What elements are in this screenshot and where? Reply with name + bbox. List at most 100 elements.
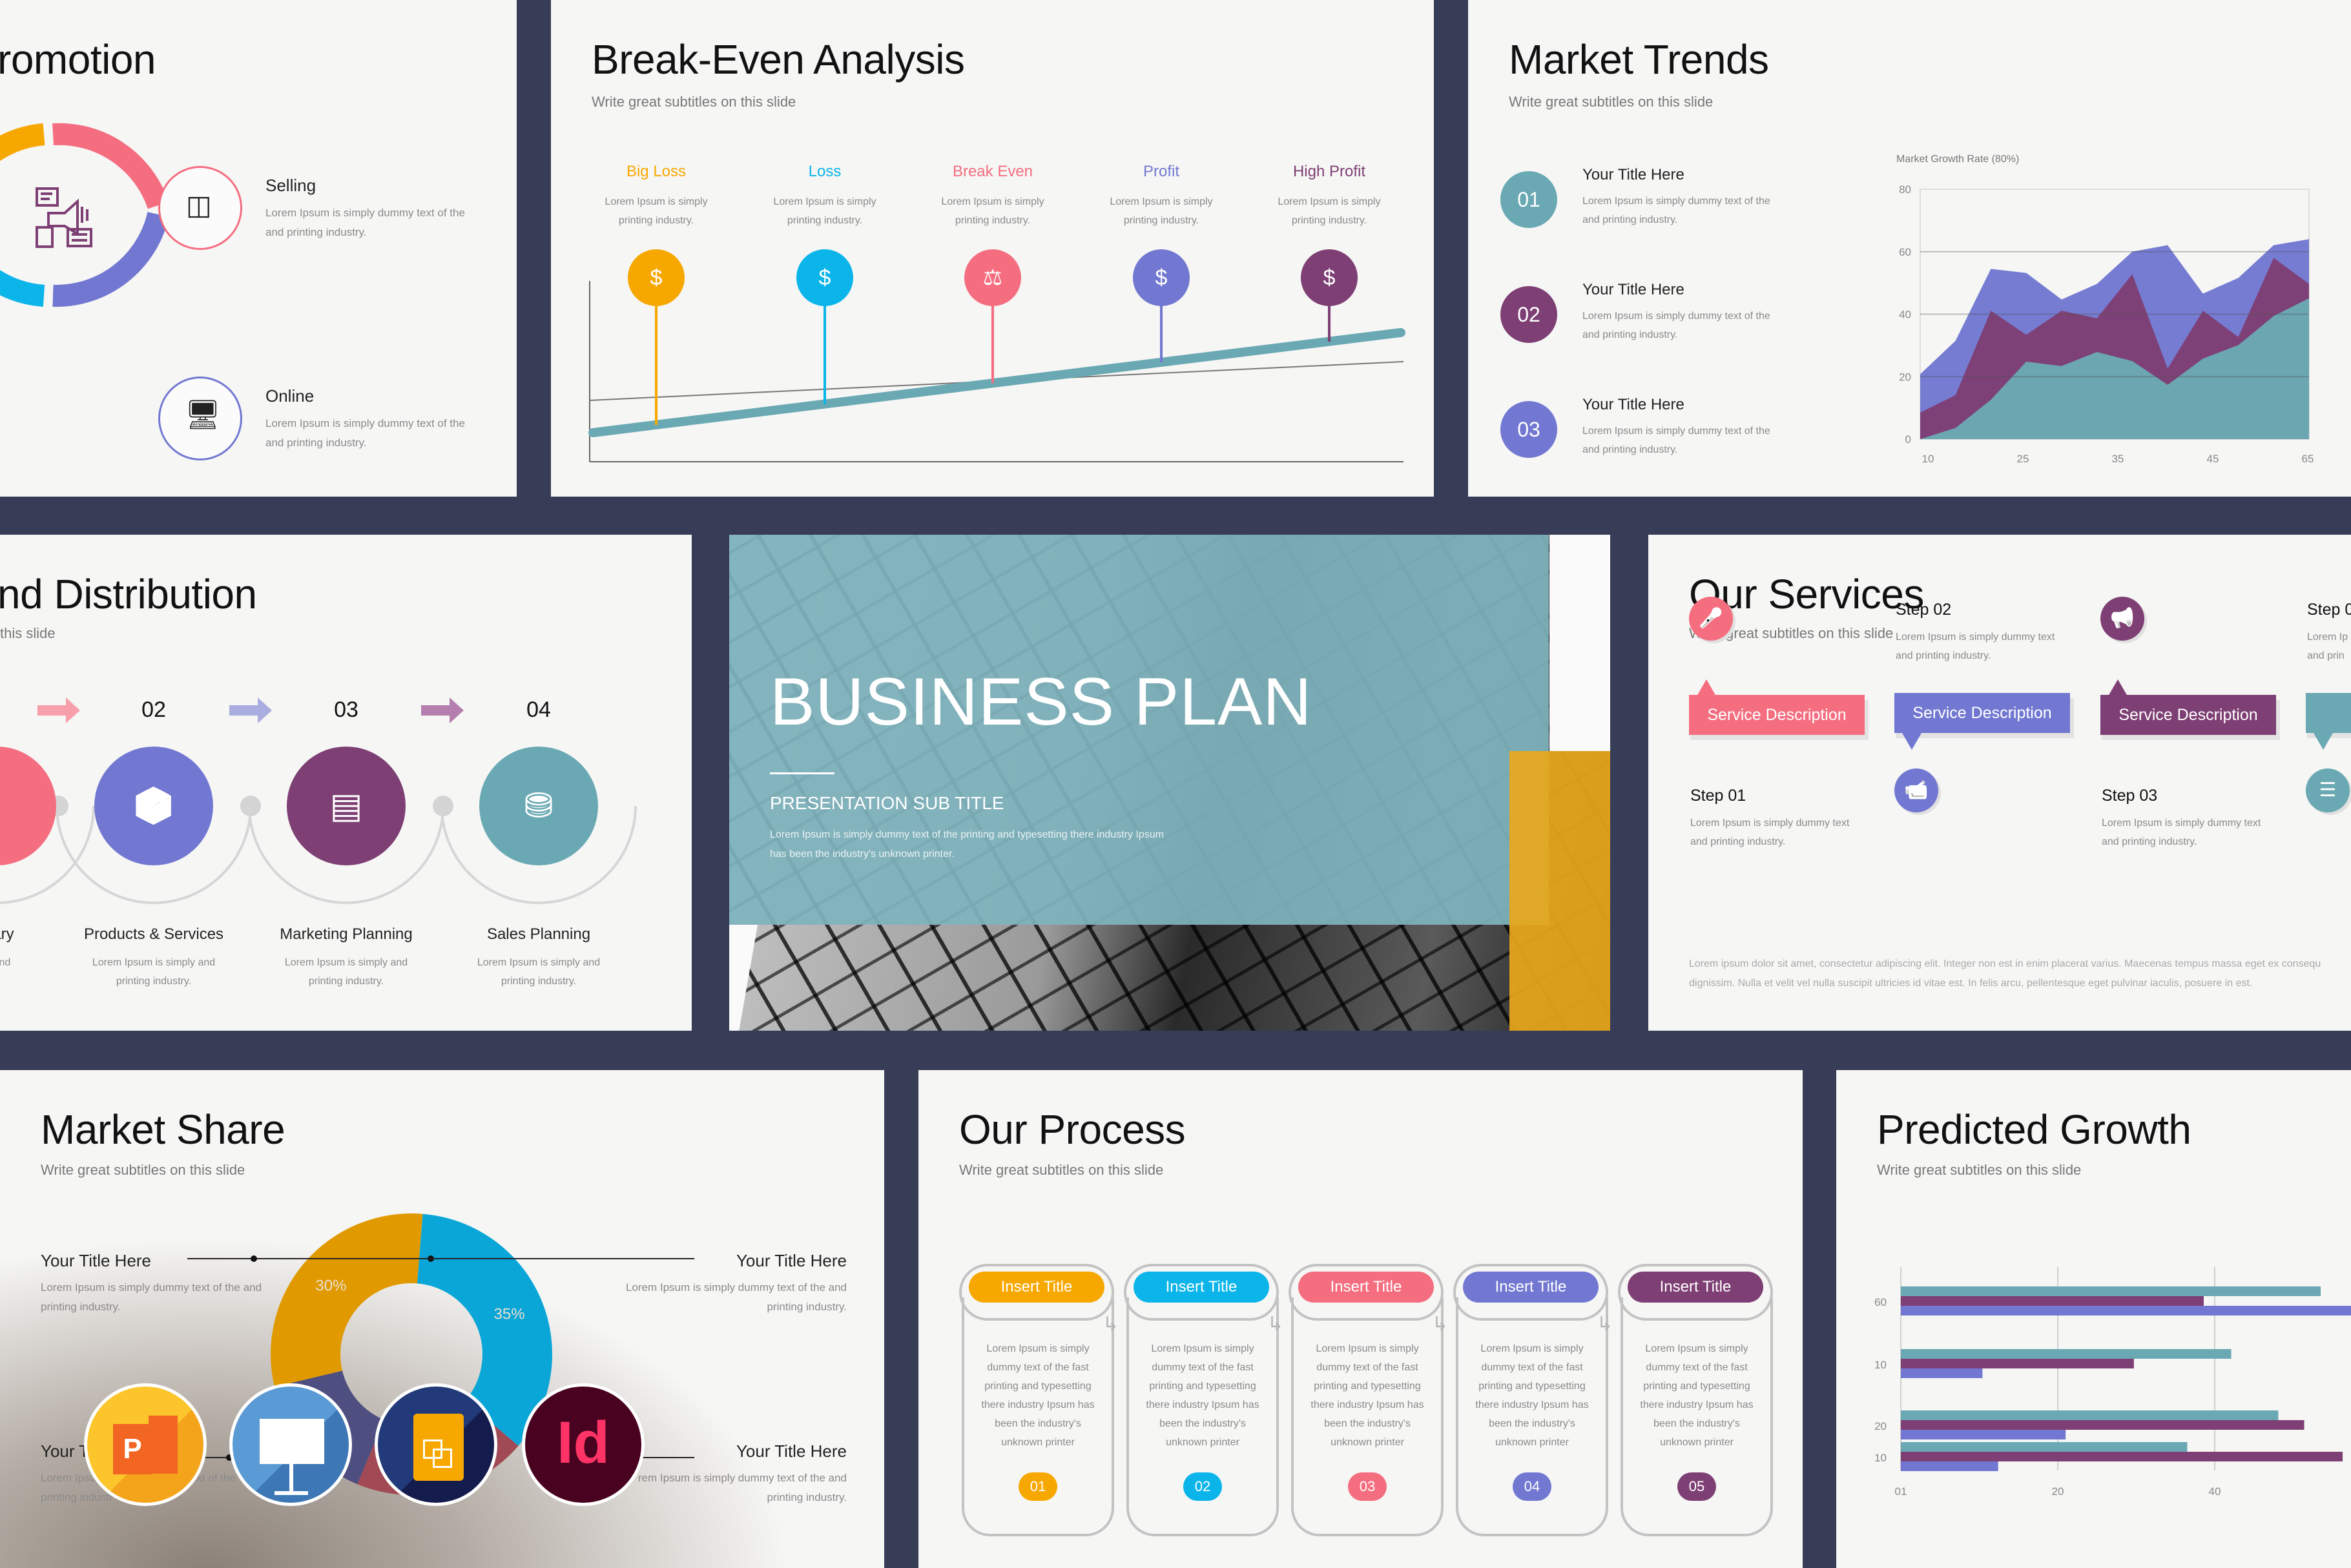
item-text-line: and printing industry. — [1582, 214, 1678, 225]
slide-predicted-growth[interactable]: Predicted Growth Write great subtitles o… — [1836, 1070, 2351, 1568]
step-text-line: been the industry's — [1653, 1418, 1740, 1429]
service-icon-circle: 📹 — [1894, 769, 1938, 812]
flow-arrow-icon: ↳ — [1432, 1314, 1449, 1335]
box-hand-icon: 📦 — [132, 787, 176, 825]
bar — [1901, 1442, 2188, 1452]
bar — [1901, 1430, 2066, 1439]
step-label: Products & Services — [83, 925, 224, 943]
stage-marker: $ — [1133, 249, 1190, 306]
step-text-line: and printing industry. — [1896, 650, 1991, 661]
stage-text-line: printing industry. — [787, 215, 863, 226]
stage-text-line: printing industry. — [955, 215, 1031, 226]
callout-text: rem Ipsum is simply dummy text of the an… — [637, 1472, 847, 1503]
service-description-banner[interactable]: Service Description — [1894, 693, 2070, 733]
stage-marker: $ — [628, 249, 685, 306]
step-text-line: dummy text of the fast — [1316, 1362, 1418, 1373]
slide-our-process[interactable]: Our Process Write great subtitles on thi… — [918, 1070, 1803, 1568]
predicted-growth-chart: 01 20 40 60 10 20 10 — [1874, 1267, 2351, 1498]
step-text-line: dummy text of the fast — [987, 1362, 1089, 1373]
step-text-line: there industry Ipsum has — [1310, 1399, 1424, 1410]
step-title-pill[interactable]: Insert Title — [969, 1272, 1104, 1303]
callout-dot — [251, 1255, 257, 1262]
chart-title: Market Growth Rate (80%) — [1896, 154, 2020, 165]
step-title-pill[interactable]: Insert Title — [1628, 1272, 1763, 1303]
item-title: Your Title Here — [1582, 396, 1684, 413]
slide-promotion[interactable]: romotion ◫ 🖥 Selling Lorem Ipsum is simp… — [0, 0, 517, 497]
callout-title: Your Title Here — [736, 1251, 847, 1270]
step-text-line: dummy text of the fast — [1152, 1362, 1254, 1373]
service-description-banner[interactable]: Service Description — [1689, 695, 1865, 735]
slide-market-share[interactable]: Market Share Write great subtitles on th… — [0, 1070, 884, 1568]
item-text: Lorem Ipsum is simply dummy text of the a… — [1582, 192, 1770, 229]
hero-subtitle: PRESENTATION SUB TITLE — [770, 793, 1004, 813]
x-tick-label: 01 — [1895, 1485, 1907, 1498]
step-title-pill[interactable]: Insert Title — [1134, 1272, 1269, 1303]
step-title-pill[interactable]: Insert Title — [1463, 1272, 1599, 1303]
callout-text: Lorem Ipsum is simply dummy text of the … — [41, 1281, 262, 1313]
y-tick-label: 0 — [1905, 433, 1911, 446]
step-text: Lorem Ipsum is simply dummy text of the f… — [1621, 1339, 1773, 1452]
video-camera-icon: 📹 — [1904, 779, 1929, 801]
y-tick-label: 80 — [1899, 183, 1911, 196]
step-text-line: there industry Ipsum has — [1146, 1399, 1259, 1410]
ring-segment-cyan — [0, 270, 45, 307]
arrow-icon — [421, 697, 464, 723]
slide-market-trends[interactable]: Market Trends Write great subtitles on t… — [1468, 0, 2351, 497]
stage-marker: $ — [1301, 249, 1358, 306]
step-text: Lorem Ipsum is simply dummy text and prin… — [1690, 814, 1849, 851]
step-number-badge: 05 — [1677, 1472, 1716, 1501]
step-label: Marketing Planning — [280, 925, 413, 943]
monitor-chart-icon: 🖥 — [185, 399, 221, 431]
step-number-badge: 03 — [1348, 1472, 1387, 1501]
powerpoint-icon: P — [84, 1383, 207, 1506]
step-text-line: and prin — [2307, 650, 2345, 661]
y-tick-label: 20 — [1899, 371, 1911, 383]
slide-business-plan[interactable]: BUSINESS PLAN PRESENTATION SUB TITLE Lor… — [729, 535, 1610, 1031]
step-number: 02 — [141, 697, 166, 722]
slide-distribution[interactable]: nd Distribution this slide maryly and.02… — [0, 535, 692, 1031]
step-text-line: unknown printer — [1331, 1437, 1404, 1448]
x-tick-label: 40 — [2209, 1485, 2221, 1498]
step-title-pill[interactable]: Insert Title — [1298, 1272, 1434, 1303]
step-text-line: unknown printer — [1660, 1437, 1734, 1448]
item-text-line: Lorem Ipsum is simply dummy text of the — [1582, 426, 1770, 437]
balance-scale-icon: ⚖ — [982, 265, 1003, 290]
stage-label: Big Loss — [626, 163, 687, 180]
number-badge: 01 — [1500, 171, 1557, 228]
step-text-line: been the industry's — [1324, 1418, 1411, 1429]
item-text: Lorem Ipsum is simply dummy text of the a… — [1582, 307, 1770, 344]
service-description-banner[interactable]: Serv — [2306, 693, 2351, 733]
stage-text-line: printing industry. — [1123, 215, 1199, 226]
bar — [1901, 1420, 2304, 1430]
online-icon-circle: 🖥 — [158, 377, 242, 460]
service-icon-circle: 🎤 — [1689, 597, 1733, 641]
stage-text: Lorem Ipsum is simply printing industry. — [922, 192, 1064, 230]
step-text: Lorem Ipsum is simply dummy text of the f… — [1291, 1339, 1444, 1452]
title-divider — [770, 772, 834, 774]
step-text-line: there industry Ipsum has — [1475, 1399, 1589, 1410]
step-text: Lorem Ip and prin — [2307, 628, 2348, 665]
bar — [1901, 1296, 2204, 1306]
megaphone-chat-icon — [36, 187, 113, 252]
step-text: Lorem Ipsum is simply dummy text of the f… — [1456, 1339, 1608, 1452]
banner-pointer — [2108, 679, 2128, 696]
stage-text: Lorem Ipsum is simply printing industry. — [585, 192, 727, 230]
flow-arrow-icon: ↳ — [1103, 1314, 1119, 1335]
step-text: Lorem Ipsum is simply dummy text and prin… — [2102, 814, 2261, 851]
slide-break-even[interactable]: Break-Even Analysis Write great subtitle… — [551, 0, 1434, 497]
x-tick-label: 35 — [2112, 453, 2124, 465]
item-text-line: and printing industry. — [1582, 444, 1678, 455]
step-text-line: Lorem Ipsum is simply — [986, 1343, 1090, 1354]
y-tick-label: 60 — [1874, 1296, 1887, 1308]
step-text-line: Lorem Ipsum is simply dummy text — [1896, 632, 2055, 643]
slide-our-services[interactable]: Our Services Write great subtitles on th… — [1648, 535, 2351, 1031]
step-title: Step 0 — [2307, 601, 2351, 619]
service-description-banner[interactable]: Service Description — [2100, 695, 2276, 735]
layers-icon: ☰ — [2319, 779, 2337, 801]
bar — [1901, 1368, 1983, 1378]
step-number-badge: 01 — [1019, 1472, 1057, 1501]
x-tick-label: 10 — [1922, 453, 1934, 465]
step-text-line: Lorem Ipsum is simply — [1480, 1343, 1584, 1354]
step-text-line: been the industry's — [995, 1418, 1081, 1429]
blueprint-map-icon: ▤ — [329, 787, 363, 825]
